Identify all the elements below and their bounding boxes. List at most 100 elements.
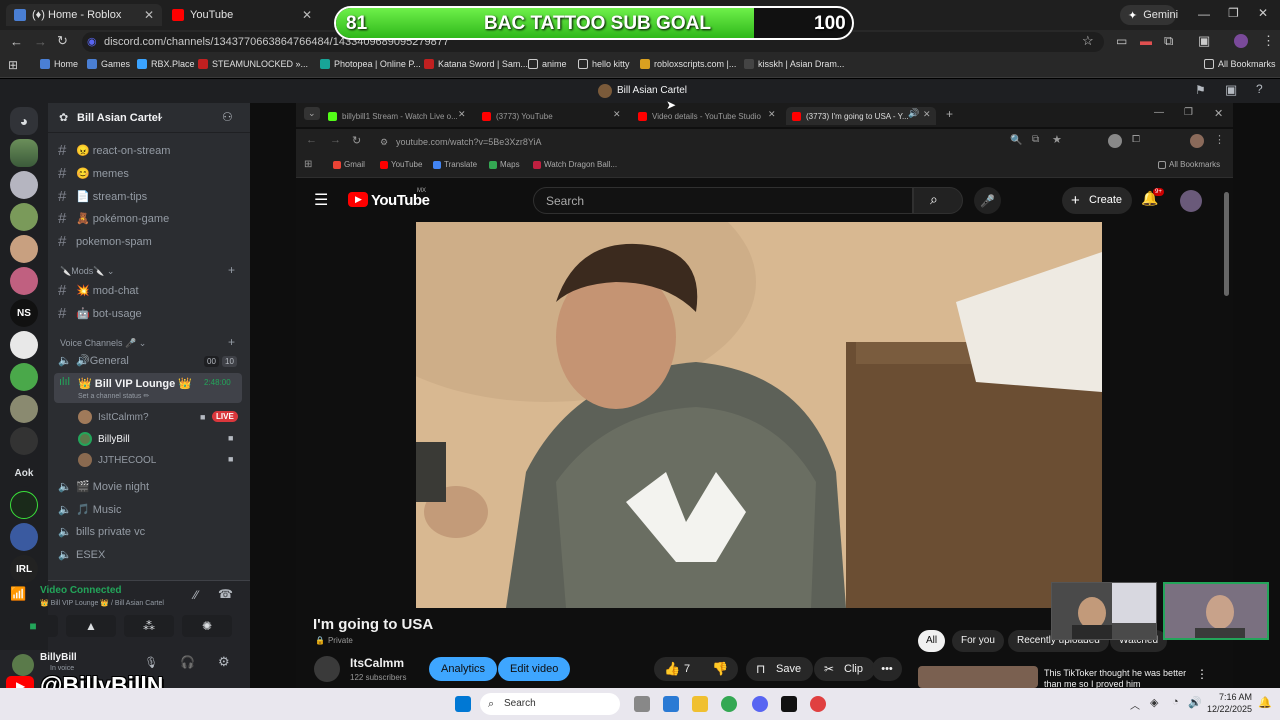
- recording-icon[interactable]: ▬: [1140, 34, 1152, 48]
- server-icon[interactable]: [10, 171, 38, 199]
- user-avatar[interactable]: [12, 654, 34, 676]
- minimize-icon[interactable]: —: [1198, 7, 1210, 21]
- bookmark-home[interactable]: Home: [40, 59, 78, 69]
- star-icon[interactable]: ★: [1052, 133, 1062, 146]
- bookmark-hello-kitty[interactable]: hello kitty: [578, 59, 630, 69]
- voice-search-button[interactable]: 🎤: [974, 187, 1001, 214]
- close-icon[interactable]: ✕: [923, 109, 931, 120]
- puzzle-icon[interactable]: ⧉: [1164, 33, 1173, 49]
- voice-channel-bills-private[interactable]: 🔈 bills private vc: [58, 525, 145, 539]
- youtube-search-button[interactable]: ⌕: [913, 187, 963, 214]
- activities-button[interactable]: ⁂: [124, 615, 174, 637]
- voice-channel-general[interactable]: 🔈 🔊General: [58, 354, 129, 367]
- close-window-icon[interactable]: ✕: [1258, 6, 1268, 20]
- channel-memes[interactable]: # 😊 memes: [58, 165, 129, 182]
- rec-menu-icon[interactable]: ⋮: [1196, 667, 1208, 681]
- puzzle-icon[interactable]: ⧠: [1132, 134, 1140, 145]
- youtube-search-input[interactable]: Search: [533, 187, 913, 214]
- inner-bookmark-youtube[interactable]: YouTube: [380, 160, 422, 169]
- close-icon[interactable]: ✕: [458, 109, 466, 120]
- youtube-logo-text[interactable]: YouTube: [371, 192, 430, 209]
- voice-user-isitcalmm[interactable]: IsItCalmm?: [78, 410, 149, 424]
- settings-gear-icon[interactable]: ⚙: [218, 654, 230, 670]
- notifications-icon[interactable]: 🔔: [1258, 696, 1272, 709]
- profile-avatar[interactable]: [1234, 34, 1248, 48]
- disconnect-icon[interactable]: ☎: [218, 587, 233, 601]
- headphones-icon[interactable]: 🎧: [180, 655, 195, 669]
- file-explorer-icon[interactable]: [692, 696, 708, 712]
- noise-suppression-icon[interactable]: ⁄⁄: [194, 588, 198, 602]
- inner-tab-kick[interactable]: billybill1 Stream - Watch Live o...: [328, 107, 468, 125]
- server-icon[interactable]: Aok: [10, 459, 38, 487]
- soundboard-button[interactable]: ✺: [182, 615, 232, 637]
- browser-tab-roblox[interactable]: (♦) Home - Roblox ✕: [6, 4, 162, 26]
- reload-icon[interactable]: ↻: [352, 134, 361, 147]
- star-icon[interactable]: ☆: [1082, 33, 1094, 49]
- voice-channel-music[interactable]: 🔈 🎵 Music: [58, 503, 121, 516]
- analytics-button[interactable]: Analytics: [429, 657, 498, 681]
- tab-search-icon[interactable]: ⌄: [304, 107, 320, 120]
- back-icon[interactable]: ←: [10, 34, 23, 49]
- all-bookmarks[interactable]: All Bookmarks: [1204, 59, 1276, 69]
- invite-icon[interactable]: ⚇: [222, 110, 233, 124]
- server-icon[interactable]: [10, 331, 38, 359]
- channel-pokemon-spam[interactable]: # pokemon-spam: [58, 233, 152, 250]
- signal-icon[interactable]: 📶: [10, 586, 26, 602]
- channel-bot-usage[interactable]: # 🤖 bot-usage: [58, 305, 142, 322]
- rec-thumbnail[interactable]: [918, 666, 1038, 688]
- discord-home-icon[interactable]: ◕: [10, 107, 38, 135]
- apps-grid-icon[interactable]: ⊞: [8, 58, 18, 72]
- inner-tab-studio[interactable]: Video details - YouTube Studio: [638, 107, 768, 125]
- youtube-logo-icon[interactable]: ▶: [348, 192, 368, 207]
- channel-name[interactable]: ItsCalmm: [350, 656, 404, 670]
- back-icon[interactable]: ←: [306, 134, 317, 146]
- restore-icon[interactable]: ❐: [1184, 107, 1193, 118]
- discord-icon[interactable]: [752, 696, 768, 712]
- close-icon[interactable]: ✕: [768, 109, 776, 120]
- browser-tab-youtube[interactable]: YouTube ✕: [164, 4, 320, 26]
- close-icon[interactable]: ✕: [302, 8, 312, 22]
- more-actions-button[interactable]: •••: [872, 657, 902, 681]
- store-icon[interactable]: [663, 696, 679, 712]
- inner-bookmark-translate[interactable]: Translate: [433, 160, 477, 169]
- save-button[interactable]: ⊓ Save: [746, 657, 814, 681]
- voice-channel-vip-lounge[interactable]: ılıl 👑 Bill VIP Lounge 👑 2:48:00 Set a c…: [54, 373, 242, 403]
- category-voice[interactable]: Voice Channels 🎤 ⌄: [60, 338, 146, 349]
- inbox-icon[interactable]: ⚑: [1195, 83, 1206, 97]
- server-icon[interactable]: IRL: [10, 555, 38, 583]
- clip-button[interactable]: ✂ Clip: [814, 657, 875, 681]
- bookmark-robloxscripts[interactable]: robloxscripts.com |...: [640, 59, 736, 69]
- add-channel-icon[interactable]: +: [228, 263, 235, 277]
- inner-all-bookmarks[interactable]: All Bookmarks: [1158, 160, 1220, 169]
- bookmark-kisskh[interactable]: kisskh | Asian Dram...: [744, 59, 844, 69]
- bookmark-photopea[interactable]: Photopea | Online P...: [320, 59, 421, 69]
- cast-icon[interactable]: ⧉: [1032, 134, 1039, 145]
- chrome-icon[interactable]: [721, 696, 737, 712]
- audio-icon[interactable]: 🔊: [908, 108, 919, 119]
- menu-icon[interactable]: ⋮: [1262, 33, 1275, 49]
- restore-icon[interactable]: ❐: [1228, 6, 1239, 20]
- clock-time[interactable]: 7:16 AM: [1206, 692, 1252, 702]
- tray-chevron-icon[interactable]: ︿: [1130, 697, 1140, 712]
- clock-date[interactable]: 12/22/2025: [1202, 704, 1252, 714]
- filter-all[interactable]: All: [918, 630, 946, 652]
- apps-grid-icon[interactable]: ⊞: [304, 159, 312, 170]
- server-icon[interactable]: [10, 427, 38, 455]
- server-header[interactable]: ✿ Bill Asian Cartel ⌄ ⚇: [48, 103, 250, 133]
- inner-bookmark-dragon-ball[interactable]: Watch Dragon Ball...: [533, 160, 617, 169]
- channel-avatar[interactable]: [314, 656, 340, 682]
- server-icon[interactable]: [10, 235, 38, 263]
- account-avatar[interactable]: [1180, 190, 1202, 212]
- channel-mod-chat[interactable]: # 💥 mod-chat: [58, 282, 139, 299]
- close-window-icon[interactable]: ✕: [1214, 107, 1223, 120]
- windows-start-icon[interactable]: [455, 696, 471, 712]
- taskbar-search[interactable]: ⌕ Search: [480, 693, 620, 715]
- server-icon[interactable]: NS: [10, 299, 38, 327]
- vc-location[interactable]: 👑 Bill VIP Lounge 👑 / Bill Asian Cartel: [40, 599, 164, 607]
- add-channel-icon[interactable]: +: [228, 335, 235, 349]
- channel-react-on-stream[interactable]: # 😠 react-on-stream: [58, 142, 170, 159]
- opera-icon[interactable]: [810, 696, 826, 712]
- inner-bookmark-maps[interactable]: Maps: [489, 160, 520, 169]
- server-icon[interactable]: [10, 395, 38, 423]
- tray-icon[interactable]: ◈: [1150, 696, 1158, 709]
